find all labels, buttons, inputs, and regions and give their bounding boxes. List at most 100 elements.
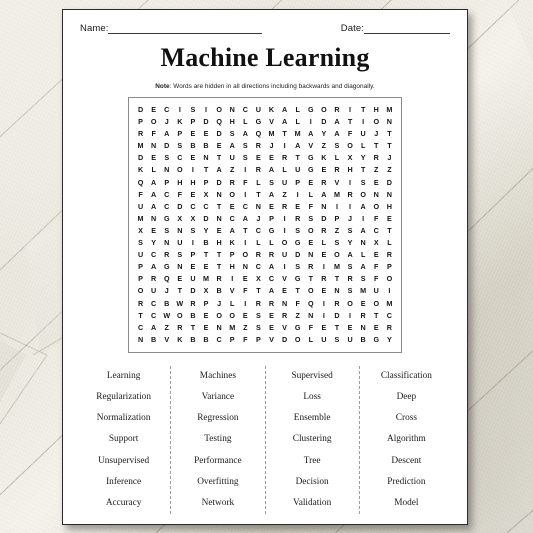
grid-cell[interactable]: H [344,164,357,176]
grid-cell[interactable]: F [239,334,252,346]
grid-cell[interactable]: S [357,177,370,189]
word-list-item[interactable]: Validation [293,493,331,514]
grid-cell[interactable]: Z [317,140,330,152]
grid-cell[interactable]: G [304,152,317,164]
grid-cell[interactable]: K [226,237,239,249]
grid-cell[interactable]: X [252,273,265,285]
grid-cell[interactable]: G [265,225,278,237]
grid-cell[interactable]: R [252,249,265,261]
grid-cell[interactable]: R [160,249,173,261]
grid-cell[interactable]: E [186,152,199,164]
grid-cell[interactable]: T [134,310,147,322]
grid-cell[interactable]: Z [291,310,304,322]
grid-cell[interactable]: S [291,261,304,273]
grid-cell[interactable]: E [239,310,252,322]
grid-cell[interactable]: V [226,285,239,297]
grid-cell[interactable]: P [265,213,278,225]
grid-cell[interactable]: D [199,213,212,225]
grid-cell[interactable]: M [265,128,278,140]
grid-cell[interactable]: T [239,225,252,237]
grid-cell[interactable]: E [186,261,199,273]
grid-cell[interactable]: I [317,310,330,322]
grid-cell[interactable]: F [370,261,383,273]
word-list-item[interactable]: Supervised [291,366,332,387]
grid-cell[interactable]: K [134,164,147,176]
grid-cell[interactable]: N [226,104,239,116]
grid-cell[interactable]: Q [213,116,226,128]
grid-cell[interactable]: T [304,273,317,285]
grid-cell[interactable]: M [199,273,212,285]
grid-cell[interactable]: L [357,140,370,152]
grid-cell[interactable]: O [173,164,186,176]
grid-cell[interactable]: S [344,261,357,273]
grid-cell[interactable]: O [213,310,226,322]
grid-cell[interactable]: A [147,189,160,201]
grid-cell[interactable]: R [134,128,147,140]
grid-cell[interactable]: X [186,213,199,225]
grid-cell[interactable]: H [226,261,239,273]
grid-cell[interactable]: F [370,213,383,225]
word-list-item[interactable]: Performance [194,451,242,472]
grid-cell[interactable]: S [252,322,265,334]
word-list-item[interactable]: Testing [204,429,231,450]
grid-cell[interactable]: D [213,128,226,140]
grid-cell[interactable]: D [291,249,304,261]
grid-cell[interactable]: M [330,189,343,201]
grid-cell[interactable]: B [199,140,212,152]
grid-cell[interactable]: R [265,298,278,310]
grid-cell[interactable]: R [344,273,357,285]
grid-cell[interactable]: I [239,189,252,201]
grid-cell[interactable]: A [330,128,343,140]
grid-cell[interactable]: A [357,201,370,213]
grid-cell[interactable]: D [317,213,330,225]
grid-cell[interactable]: N [383,116,396,128]
grid-cell[interactable]: A [291,140,304,152]
date-input-line[interactable] [364,24,450,34]
grid-cell[interactable]: I [173,104,186,116]
grid-cell[interactable]: T [213,261,226,273]
grid-cell[interactable]: E [173,273,186,285]
grid-cell[interactable]: O [317,104,330,116]
name-input-line[interactable] [108,24,263,34]
grid-cell[interactable]: Z [239,322,252,334]
word-list-item[interactable]: Regularization [96,387,151,408]
grid-cell[interactable]: M [383,298,396,310]
word-list-item[interactable]: Decision [296,472,329,493]
grid-cell[interactable]: C [252,225,265,237]
grid-cell[interactable]: R [173,322,186,334]
grid-cell[interactable]: R [186,298,199,310]
grid-cell[interactable]: O [370,298,383,310]
word-list-item[interactable]: Network [202,493,235,514]
grid-cell[interactable]: F [291,298,304,310]
grid-cell[interactable]: R [265,249,278,261]
grid-cell[interactable]: T [383,225,396,237]
grid-cell[interactable]: G [160,261,173,273]
grid-cell[interactable]: C [252,261,265,273]
grid-cell[interactable]: S [134,237,147,249]
grid-cell[interactable]: S [239,152,252,164]
grid-cell[interactable]: S [226,128,239,140]
grid-cell[interactable]: T [383,128,396,140]
grid-cell[interactable]: S [160,225,173,237]
grid-cell[interactable]: E [226,201,239,213]
grid-cell[interactable]: I [344,310,357,322]
grid-cell[interactable]: E [265,310,278,322]
grid-cell[interactable]: P [160,177,173,189]
grid-cell[interactable]: E [265,322,278,334]
grid-cell[interactable]: R [317,177,330,189]
grid-cell[interactable]: T [213,249,226,261]
grid-cell[interactable]: O [134,285,147,297]
grid-cell[interactable]: O [278,237,291,249]
grid-cell[interactable]: B [186,334,199,346]
grid-cell[interactable]: Y [357,152,370,164]
grid-cell[interactable]: H [383,201,396,213]
grid-cell[interactable]: P [199,298,212,310]
grid-cell[interactable]: M [291,128,304,140]
grid-cell[interactable]: J [213,298,226,310]
grid-cell[interactable]: R [330,298,343,310]
grid-cell[interactable]: L [357,249,370,261]
grid-cell[interactable]: C [239,104,252,116]
grid-cell[interactable]: D [134,152,147,164]
grid-cell[interactable]: D [199,116,212,128]
grid-cell[interactable]: T [199,164,212,176]
